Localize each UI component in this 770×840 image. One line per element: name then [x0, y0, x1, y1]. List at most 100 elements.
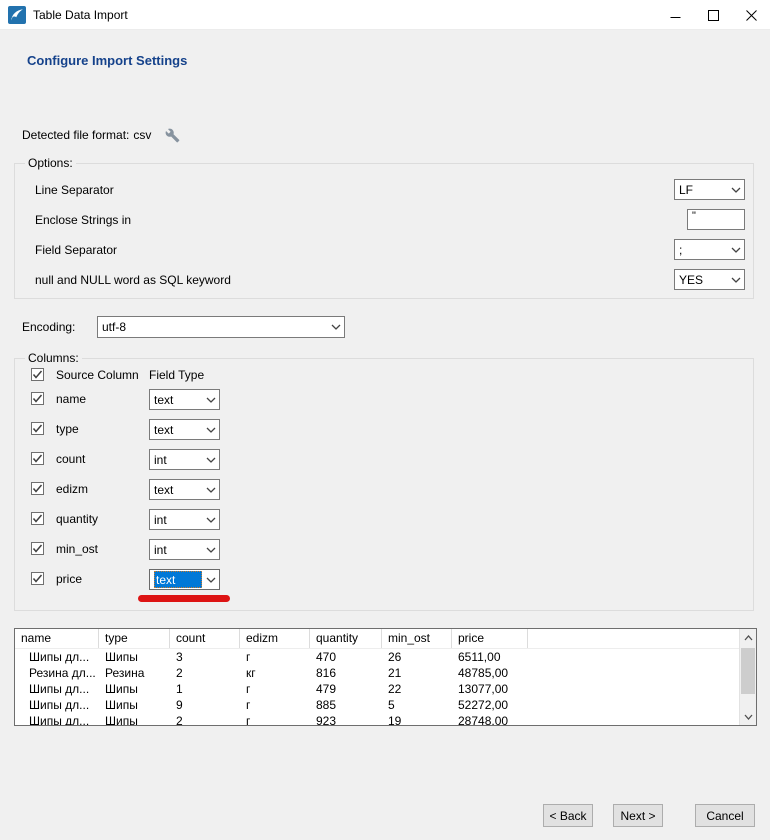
- preview-cell: Шипы: [99, 697, 170, 713]
- next-button[interactable]: Next >: [613, 804, 663, 827]
- preview-table-row: Шипы дл...Шипы3г470266511,00: [15, 649, 739, 665]
- close-button[interactable]: [732, 0, 770, 30]
- scroll-down-icon[interactable]: [740, 708, 756, 725]
- preview-table: nametypecountedizmquantitymin_ostprice Ш…: [14, 628, 757, 726]
- field-type-select-price[interactable]: text: [149, 569, 220, 590]
- column-count-checkbox[interactable]: [31, 452, 44, 465]
- encoding-label: Encoding:: [22, 320, 75, 334]
- window-title: Table Data Import: [33, 8, 128, 22]
- chevron-down-icon: [203, 397, 219, 403]
- preview-cell: 1: [170, 681, 240, 697]
- field-type-value: int: [154, 543, 203, 557]
- preview-cell: 9: [170, 697, 240, 713]
- columns-header-row: Source Column Field Type: [15, 366, 753, 387]
- preview-cell: Шипы: [99, 713, 170, 725]
- preview-column-header[interactable]: min_ost: [382, 629, 452, 648]
- preview-cell: 3: [170, 649, 240, 665]
- chevron-down-icon: [328, 324, 344, 330]
- preview-cell: 22: [382, 681, 452, 697]
- source-column-name: type: [56, 422, 79, 436]
- encoding-select[interactable]: utf-8: [97, 316, 345, 338]
- back-button[interactable]: < Back: [543, 804, 593, 827]
- column-name-checkbox[interactable]: [31, 392, 44, 405]
- source-column-checkbox[interactable]: [31, 368, 44, 381]
- preview-cell: 2: [170, 713, 240, 725]
- chevron-down-icon: [203, 427, 219, 433]
- scroll-up-icon[interactable]: [740, 629, 756, 646]
- preview-column-header[interactable]: count: [170, 629, 240, 648]
- preview-cell: Шипы дл...: [15, 681, 99, 697]
- field-type-select-name[interactable]: text: [149, 389, 220, 410]
- preview-table-row: Шипы дл...Шипы9г885552272,00: [15, 697, 739, 713]
- preview-cell: Шипы: [99, 681, 170, 697]
- options-group-label: Options:: [25, 156, 76, 171]
- preview-cell: 470: [310, 649, 382, 665]
- field-type-select-type[interactable]: text: [149, 419, 220, 440]
- file-format-value: csv: [133, 128, 151, 142]
- null-keyword-select[interactable]: YES: [674, 269, 745, 290]
- line-separator-select[interactable]: LF: [674, 179, 745, 200]
- scrollbar-thumb[interactable]: [741, 648, 755, 694]
- table-data-import-dialog: Table Data Import Configure Import Setti…: [0, 0, 770, 840]
- detected-file-format-row: Detected file format: csv: [22, 126, 180, 144]
- chevron-down-icon: [203, 517, 219, 523]
- column-min_ost-checkbox[interactable]: [31, 542, 44, 555]
- preview-cell: 21: [382, 665, 452, 681]
- source-column-name: name: [56, 392, 86, 406]
- preview-cell: Шипы дл...: [15, 649, 99, 665]
- preview-column-header[interactable]: edizm: [240, 629, 310, 648]
- chevron-down-icon: [203, 457, 219, 463]
- minimize-button[interactable]: [656, 0, 694, 30]
- columns-group: Columns: Source Column Field Type namete…: [14, 358, 754, 611]
- preview-cell: Шипы: [99, 649, 170, 665]
- vertical-scrollbar[interactable]: [739, 629, 756, 725]
- field-type-value: int: [154, 453, 203, 467]
- preview-cell: г: [240, 697, 310, 713]
- preview-cell: кг: [240, 665, 310, 681]
- column-row: name text: [15, 389, 753, 410]
- preview-cell: г: [240, 713, 310, 725]
- column-row: min_ost int: [15, 539, 753, 560]
- preview-column-header[interactable]: name: [15, 629, 99, 648]
- options-group: Options: Line Separator LF Enclose Strin…: [14, 163, 754, 299]
- column-type-checkbox[interactable]: [31, 422, 44, 435]
- field-type-value: int: [154, 513, 203, 527]
- preview-cell: 885: [310, 697, 382, 713]
- preview-column-header[interactable]: price: [452, 629, 528, 648]
- source-column-name: min_ost: [56, 542, 98, 556]
- field-separator-select[interactable]: ;: [674, 239, 745, 260]
- preview-column-header[interactable]: quantity: [310, 629, 382, 648]
- preview-cell: Резина: [99, 665, 170, 681]
- preview-table-body: Шипы дл...Шипы3г470266511,00Резина дл...…: [15, 649, 739, 725]
- preview-cell: 5: [382, 697, 452, 713]
- preview-header-row: nametypecountedizmquantitymin_ostprice: [15, 629, 739, 649]
- preview-cell: 26: [382, 649, 452, 665]
- maximize-button[interactable]: [694, 0, 732, 30]
- preview-cell: 6511,00: [452, 649, 528, 665]
- field-type-value: text: [154, 393, 203, 407]
- field-type-select-min_ost[interactable]: int: [149, 539, 220, 560]
- column-edizm-checkbox[interactable]: [31, 482, 44, 495]
- window-controls: [656, 0, 770, 30]
- cancel-button[interactable]: Cancel: [695, 804, 755, 827]
- field-type-select-count[interactable]: int: [149, 449, 220, 470]
- null-keyword-label: null and NULL word as SQL keyword: [35, 273, 231, 288]
- preview-table-row: Шипы дл...Шипы1г4792213077,00: [15, 681, 739, 697]
- column-row: edizmtext: [15, 479, 753, 500]
- wrench-icon[interactable]: [165, 128, 180, 143]
- enclose-strings-input[interactable]: ": [687, 209, 745, 230]
- field-type-value: text: [154, 483, 203, 497]
- source-column-name: price: [56, 572, 82, 586]
- preview-cell: 2: [170, 665, 240, 681]
- column-price-checkbox[interactable]: [31, 572, 44, 585]
- preview-column-header[interactable]: type: [99, 629, 170, 648]
- field-type-header: Field Type: [149, 368, 204, 382]
- field-type-select-quantity[interactable]: int: [149, 509, 220, 530]
- field-type-select-edizm[interactable]: text: [149, 479, 220, 500]
- field-type-value: text: [154, 571, 202, 588]
- preview-cell: Шипы дл...: [15, 697, 99, 713]
- preview-cell: 52272,00: [452, 697, 528, 713]
- column-quantity-checkbox[interactable]: [31, 512, 44, 525]
- column-row: type text: [15, 419, 753, 440]
- preview-cell: 923: [310, 713, 382, 725]
